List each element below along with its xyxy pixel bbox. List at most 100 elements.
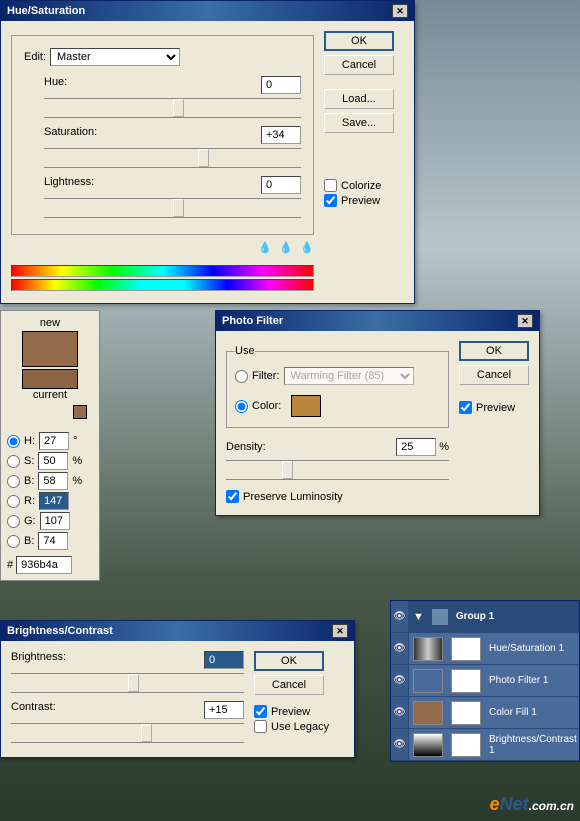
r-input[interactable]	[39, 492, 69, 510]
h-radio[interactable]: H:°	[7, 432, 93, 450]
ok-button[interactable]: OK	[324, 31, 394, 51]
preview-checkbox[interactable]: Preview	[459, 401, 529, 414]
visibility-icon[interactable]: 👁	[391, 633, 409, 664]
saturation-label: Saturation:	[44, 126, 97, 144]
photo-filter-dialog: Photo Filter ✕ Use Filter:Warming Filter…	[215, 310, 540, 516]
visibility-icon[interactable]: 👁	[391, 697, 409, 728]
visibility-icon[interactable]: 👁	[391, 665, 409, 696]
hex-input[interactable]	[16, 556, 72, 574]
layer-group-row[interactable]: 👁 ▼ Group 1	[391, 601, 579, 633]
lightness-slider[interactable]	[44, 198, 301, 218]
use-legacy-checkbox[interactable]: Use Legacy	[254, 720, 344, 733]
layer-thumb	[413, 669, 443, 693]
cancel-button[interactable]: Cancel	[324, 55, 394, 75]
contrast-label: Contrast:	[11, 701, 56, 719]
saturation-input[interactable]	[261, 126, 301, 144]
color-swatch[interactable]	[291, 395, 321, 417]
hue-saturation-dialog: Hue/Saturation ✕ Edit: Master Hue: Satur…	[0, 0, 415, 304]
density-slider[interactable]	[226, 460, 449, 480]
edit-select[interactable]: Master	[50, 48, 180, 66]
visibility-icon[interactable]: 👁	[391, 601, 409, 632]
hue-spectrum-bottom	[11, 279, 314, 291]
watermark: eNet.com.cn	[490, 794, 574, 815]
hue-input[interactable]	[261, 76, 301, 94]
color-picker-panel: new current H:° S:% B:% R: G: B: #	[0, 310, 100, 581]
layer-name: Photo Filter 1	[485, 675, 579, 686]
folder-icon	[432, 609, 448, 625]
b-input[interactable]	[38, 472, 68, 490]
eyedropper-add-icon[interactable]: 💧	[275, 241, 293, 259]
hue-spectrum-top	[11, 265, 314, 277]
b2-radio[interactable]: B:	[7, 532, 93, 550]
save-button[interactable]: Save...	[324, 113, 394, 133]
mask-thumb	[451, 637, 481, 661]
b-radio[interactable]: B:%	[7, 472, 93, 490]
close-icon[interactable]: ✕	[332, 624, 348, 638]
cube-icon[interactable]	[73, 405, 87, 419]
layer-thumb	[413, 733, 443, 757]
mask-thumb	[451, 669, 481, 693]
brightness-slider[interactable]	[11, 673, 244, 693]
preserve-luminosity-checkbox[interactable]: Preserve Luminosity	[226, 490, 449, 503]
current-label: current	[7, 389, 93, 401]
colorize-checkbox[interactable]: Colorize	[324, 179, 404, 192]
g-input[interactable]	[40, 512, 70, 530]
s-radio[interactable]: S:%	[7, 452, 93, 470]
density-label: Density:	[226, 441, 266, 453]
layers-panel: 👁 ▼ Group 1 👁 Hue/Saturation 1 👁 Photo Fil…	[390, 600, 580, 762]
b2-input[interactable]	[38, 532, 68, 550]
cancel-button[interactable]: Cancel	[459, 365, 529, 385]
preview-checkbox[interactable]: Preview	[324, 194, 404, 207]
layer-row[interactable]: 👁 Hue/Saturation 1	[391, 633, 579, 665]
s-input[interactable]	[38, 452, 68, 470]
density-input[interactable]	[396, 438, 436, 456]
layer-row[interactable]: 👁 Brightness/Contrast 1	[391, 729, 579, 761]
load-button[interactable]: Load...	[324, 89, 394, 109]
hue-label: Hue:	[44, 76, 67, 94]
lightness-input[interactable]	[261, 176, 301, 194]
lightness-label: Lightness:	[44, 176, 94, 194]
layer-row[interactable]: 👁 Color Fill 1	[391, 697, 579, 729]
brightness-input[interactable]	[204, 651, 244, 669]
layer-name: Color Fill 1	[485, 707, 579, 718]
hue-saturation-title: Hue/Saturation	[7, 5, 85, 17]
layer-name: Brightness/Contrast 1	[485, 734, 579, 756]
layer-name: Hue/Saturation 1	[485, 643, 579, 654]
hue-saturation-titlebar[interactable]: Hue/Saturation ✕	[1, 1, 414, 21]
layer-thumb	[413, 637, 443, 661]
ok-button[interactable]: OK	[254, 651, 324, 671]
group-name: Group 1	[452, 611, 579, 622]
contrast-slider[interactable]	[11, 723, 244, 743]
cancel-button[interactable]: Cancel	[254, 675, 324, 695]
visibility-icon[interactable]: 👁	[391, 729, 409, 760]
g-radio[interactable]: G:	[7, 512, 93, 530]
brightness-label: Brightness:	[11, 651, 66, 669]
layer-thumb	[413, 701, 443, 725]
new-color-swatch[interactable]	[22, 331, 78, 367]
photo-filter-titlebar[interactable]: Photo Filter ✕	[216, 311, 539, 331]
ok-button[interactable]: OK	[459, 341, 529, 361]
use-label: Use	[235, 345, 255, 357]
filter-radio[interactable]: Filter:Warming Filter (85)	[235, 367, 440, 385]
mask-thumb	[451, 701, 481, 725]
folder-collapse-icon[interactable]: ▼	[413, 611, 424, 623]
contrast-input[interactable]	[204, 701, 244, 719]
hue-slider[interactable]	[44, 98, 301, 118]
h-input[interactable]	[39, 432, 69, 450]
close-icon[interactable]: ✕	[392, 4, 408, 18]
eyedropper-icon[interactable]: 💧	[254, 241, 272, 259]
layer-row[interactable]: 👁 Photo Filter 1	[391, 665, 579, 697]
edit-label: Edit:	[24, 51, 46, 63]
brightness-contrast-title: Brightness/Contrast	[7, 625, 113, 637]
new-label: new	[7, 317, 93, 329]
eyedropper-subtract-icon[interactable]: 💧	[296, 241, 314, 259]
color-radio[interactable]: Color:	[235, 395, 440, 417]
preview-checkbox[interactable]: Preview	[254, 705, 344, 718]
brightness-contrast-titlebar[interactable]: Brightness/Contrast ✕	[1, 621, 354, 641]
close-icon[interactable]: ✕	[517, 314, 533, 328]
current-color-swatch[interactable]	[22, 369, 78, 389]
saturation-slider[interactable]	[44, 148, 301, 168]
r-radio[interactable]: R:	[7, 492, 93, 510]
brightness-contrast-dialog: Brightness/Contrast ✕ Brightness: Contra…	[0, 620, 355, 758]
photo-filter-title: Photo Filter	[222, 315, 283, 327]
